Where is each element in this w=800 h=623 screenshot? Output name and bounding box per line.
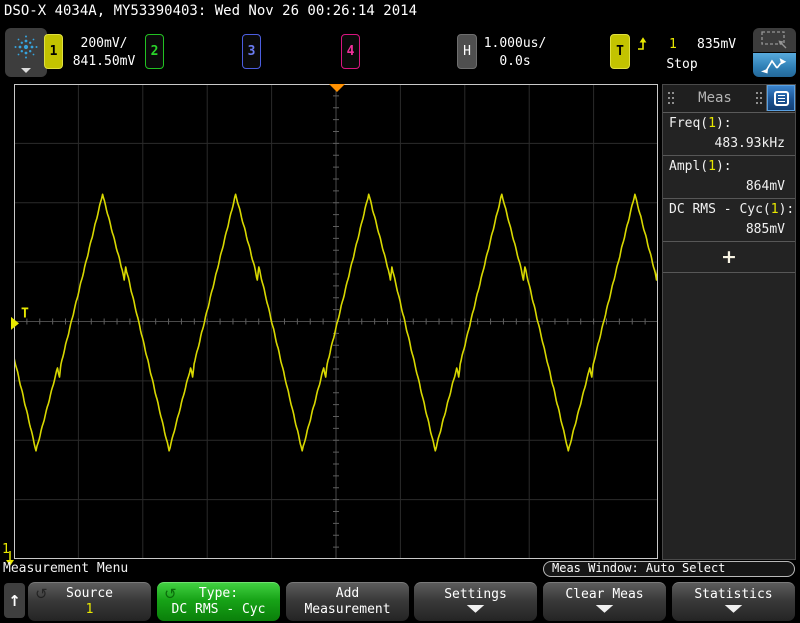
list-menu-icon [774, 91, 789, 106]
channel-1-scale: 200mV/ [62, 35, 146, 53]
chevron-down-icon [21, 68, 31, 73]
up-arrow-icon: ↑ [8, 592, 21, 610]
scope-graticule-and-trace: T1 [14, 84, 658, 559]
measurement-name: DC RMS - Cyc(1): [663, 202, 795, 217]
softkey-statistics[interactable]: Statistics ▼ [672, 582, 795, 621]
measurement-panel: Meas Freq(1): 483.93kHz Ampl(1): 864mV D… [662, 84, 796, 560]
trigger-button[interactable]: T [610, 34, 630, 69]
meas-window-status[interactable]: Meas Window: Auto Select [543, 561, 795, 577]
rotate-icon: ↺ [164, 585, 177, 603]
window-title: DSO-X 4034A, MY53390403: Wed Nov 26 00:2… [4, 3, 417, 19]
softkey-value: Measurement [286, 602, 409, 617]
menu-label-bar: Measurement Menu Meas Window: Auto Selec… [0, 560, 800, 578]
softkey-label: Settings [414, 587, 537, 602]
measurement-row-freq[interactable]: Freq(1): 483.93kHz [663, 113, 795, 156]
measurement-row-dcrms[interactable]: DC RMS - Cyc(1): 885mV [663, 199, 795, 242]
measurement-row-ampl[interactable]: Ampl(1): 864mV [663, 156, 795, 199]
rotate-icon: ↺ [35, 585, 48, 603]
channel-1-readout[interactable]: 200mV/ 841.50mV [62, 35, 146, 71]
channel-3-button[interactable]: 3 [242, 34, 261, 69]
down-arrow-icon: ▼ [672, 603, 795, 614]
svg-text:1: 1 [2, 542, 10, 557]
timebase-delay: 0.0s [478, 53, 552, 71]
channel-1-button[interactable]: 1 [44, 34, 63, 69]
plus-icon: + [721, 246, 737, 268]
channel-1-offset: 841.50mV [62, 53, 146, 71]
measurement-panel-title: Meas [663, 90, 767, 106]
waveform-zoom-button[interactable] [753, 53, 796, 77]
toolbar: 1 200mV/ 841.50mV 2 3 4 H 1.000us/ 0.0s … [0, 25, 800, 81]
softkey-type[interactable]: ↺ Type: DC RMS - Cyc [157, 582, 280, 621]
menu-title: Measurement Menu [3, 561, 128, 576]
measurement-value: 483.93kHz [663, 136, 795, 151]
softkey-add-measurement[interactable]: Add Measurement [286, 582, 409, 621]
horizontal-readout[interactable]: 1.000us/ 0.0s [478, 35, 552, 71]
softkey-value: 1 [28, 602, 151, 617]
softkey-settings[interactable]: Settings ▼ [414, 582, 537, 621]
measurement-menu-button[interactable] [766, 85, 795, 111]
softkey-label: Add [286, 586, 409, 601]
measurement-value: 885mV [663, 222, 795, 237]
measurement-value: 864mV [663, 179, 795, 194]
channel-2-button[interactable]: 2 [145, 34, 164, 69]
add-measurement-row[interactable]: + [663, 242, 795, 273]
waveform-zoom-icon [760, 56, 790, 75]
acquisition-status: Stop [648, 57, 716, 72]
horizontal-button[interactable]: H [457, 34, 477, 69]
down-arrow-icon: ▼ [414, 603, 537, 614]
back-button[interactable]: ↑ [4, 583, 25, 618]
measurement-panel-header[interactable]: Meas [663, 85, 795, 113]
svg-text:T: T [21, 306, 29, 321]
measurement-name: Freq(1): [663, 116, 795, 131]
region-select-icon [759, 30, 791, 50]
down-arrow-icon: ▼ [543, 603, 666, 614]
grip-dots-icon[interactable] [756, 92, 762, 105]
softkey-source[interactable]: ↺ Source 1 [28, 582, 151, 621]
softkey-clear-meas[interactable]: Clear Meas ▼ [543, 582, 666, 621]
softkey-bar: ↑ ↺ Source 1 ↺ Type: DC RMS - Cyc Add Me… [0, 578, 800, 623]
rising-edge-icon [637, 36, 653, 52]
trigger-source: 1 [669, 37, 677, 52]
softkey-label: Clear Meas [543, 587, 666, 602]
agilent-logo-button[interactable] [5, 28, 47, 77]
softkey-label: Statistics [672, 587, 795, 602]
agilent-spark-icon [12, 32, 40, 66]
timebase-scale: 1.000us/ [478, 35, 552, 53]
scope-display[interactable]: T1 [14, 84, 658, 559]
softkey-value: DC RMS - Cyc [157, 602, 280, 617]
channel-4-button[interactable]: 4 [341, 34, 360, 69]
measurement-name: Ampl(1): [663, 159, 795, 174]
region-select-button[interactable] [753, 28, 796, 52]
trigger-level: 835mV [697, 37, 736, 52]
